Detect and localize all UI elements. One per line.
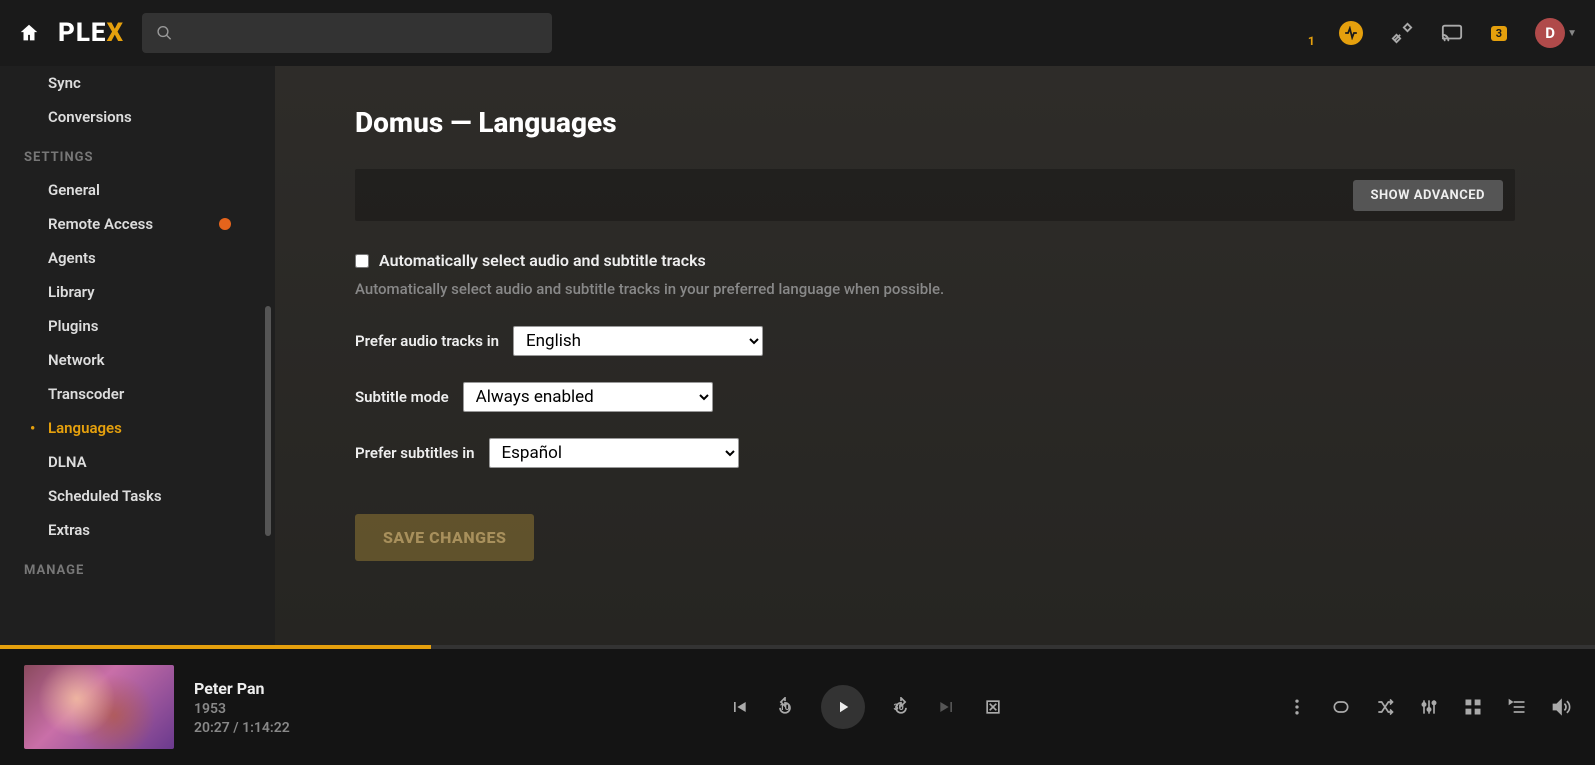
- activity-icon[interactable]: [1339, 21, 1363, 45]
- notification-badge[interactable]: 3: [1491, 26, 1507, 41]
- now-playing-thumbnail[interactable]: [24, 665, 174, 749]
- next-track-icon[interactable]: [937, 697, 957, 717]
- sidebar-item-sync[interactable]: Sync: [0, 66, 275, 100]
- sidebar-item-network[interactable]: Network: [0, 343, 275, 377]
- sidebar-item-label: Library: [48, 283, 95, 301]
- progress-track[interactable]: [0, 645, 1595, 649]
- scrollbar-thumb[interactable]: [265, 306, 271, 536]
- shuffle-icon[interactable]: [1375, 697, 1395, 717]
- stop-icon[interactable]: [983, 697, 1003, 717]
- tools-icon[interactable]: [1391, 22, 1413, 44]
- sidebar-item-general[interactable]: General: [0, 173, 275, 207]
- search-input[interactable]: [183, 24, 538, 42]
- sidebar-item-label: Remote Access: [48, 215, 153, 233]
- sidebar-item-label: General: [48, 181, 100, 199]
- subtitle-mode-label: Subtitle mode: [355, 388, 449, 406]
- warning-icon: [219, 218, 231, 230]
- player-controls: 10 30: [729, 685, 1003, 729]
- top-icons: 1 3 D ▼: [1304, 18, 1577, 48]
- repeat-icon[interactable]: [1331, 697, 1351, 717]
- top-bar: PLEX 1 3 D ▼: [0, 0, 1595, 66]
- main-content: Domus — Languages SHOW ADVANCED Automati…: [275, 66, 1595, 645]
- previous-track-icon[interactable]: [729, 697, 749, 717]
- auto-select-help: Automatically select audio and subtitle …: [355, 280, 1515, 298]
- player-bar: Peter Pan 1953 20:27 / 1:14:22 10 30: [0, 649, 1595, 765]
- plex-logo[interactable]: PLEX: [58, 18, 124, 48]
- more-icon[interactable]: [1287, 697, 1307, 717]
- sidebar: SyncConversions SETTINGS General Remote A…: [0, 66, 275, 645]
- sidebar-item-languages[interactable]: • Languages: [0, 411, 275, 445]
- advanced-bar: SHOW ADVANCED: [355, 169, 1515, 221]
- audio-lang-select[interactable]: English: [513, 326, 763, 356]
- volume-icon[interactable]: [1551, 697, 1571, 717]
- equalizer-icon[interactable]: [1419, 697, 1439, 717]
- logo-text: PLE: [58, 18, 107, 48]
- avatar: D: [1535, 18, 1565, 48]
- sidebar-header-settings: SETTINGS: [0, 134, 275, 173]
- progress-fill: [0, 645, 431, 649]
- search-box[interactable]: [142, 13, 552, 53]
- sidebar-item-remote-access[interactable]: Remote Access: [0, 207, 275, 241]
- grid-icon[interactable]: [1463, 697, 1483, 717]
- auto-select-label[interactable]: Automatically select audio and subtitle …: [379, 251, 706, 270]
- caret-down-icon: ▼: [1567, 28, 1577, 39]
- sidebar-item-plugins[interactable]: Plugins: [0, 309, 275, 343]
- search-icon: [156, 24, 173, 42]
- queue-icon[interactable]: [1507, 697, 1527, 717]
- forward-icon[interactable]: 30: [891, 697, 911, 717]
- rewind-icon[interactable]: 10: [775, 697, 795, 717]
- cast-icon[interactable]: [1441, 22, 1463, 44]
- now-playing-title: Peter Pan: [194, 679, 444, 698]
- sidebar-item-library[interactable]: Library: [0, 275, 275, 309]
- audio-lang-label: Prefer audio tracks in: [355, 332, 499, 350]
- sidebar-item-conversions[interactable]: Conversions: [0, 100, 275, 134]
- subtitle-lang-label: Prefer subtitles in: [355, 444, 475, 462]
- sidebar-item-label: Network: [48, 351, 105, 369]
- sidebar-item-label: Scheduled Tasks: [48, 487, 162, 505]
- sidebar-header-manage: MANAGE: [0, 547, 275, 586]
- sidebar-item-transcoder[interactable]: Transcoder: [0, 377, 275, 411]
- sidebar-item-label: Transcoder: [48, 385, 124, 403]
- home-icon[interactable]: [18, 22, 40, 44]
- now-playing-year: 1953: [194, 701, 444, 717]
- show-advanced-button[interactable]: SHOW ADVANCED: [1353, 180, 1504, 211]
- sidebar-item-extras[interactable]: Extras: [0, 513, 275, 547]
- now-playing-time: 20:27 / 1:14:22: [194, 720, 444, 736]
- sidebar-item-agents[interactable]: Agents: [0, 241, 275, 275]
- sidebar-item-label: Extras: [48, 521, 90, 539]
- player-right-controls: [1287, 697, 1571, 717]
- play-button[interactable]: [821, 685, 865, 729]
- sidebar-item-label: Agents: [48, 249, 96, 267]
- page-title: Domus — Languages: [355, 106, 1515, 139]
- subtitle-lang-select[interactable]: Español: [489, 438, 739, 468]
- activity-count: 1: [1308, 34, 1315, 48]
- sidebar-item-label: DLNA: [48, 453, 87, 471]
- save-changes-button[interactable]: SAVE CHANGES: [355, 514, 534, 561]
- sidebar-item-label: Plugins: [48, 317, 98, 335]
- auto-select-checkbox[interactable]: [355, 254, 369, 268]
- active-bullet-icon: •: [30, 419, 35, 437]
- sidebar-item-scheduled-tasks[interactable]: Scheduled Tasks: [0, 479, 275, 513]
- subtitle-mode-select[interactable]: Always enabled: [463, 382, 713, 412]
- sidebar-item-dlna[interactable]: DLNA: [0, 445, 275, 479]
- logo-accent: X: [107, 18, 125, 48]
- now-playing-info: Peter Pan 1953 20:27 / 1:14:22: [194, 679, 444, 736]
- sidebar-item-label: Languages: [48, 419, 122, 437]
- user-menu[interactable]: D ▼: [1535, 18, 1577, 48]
